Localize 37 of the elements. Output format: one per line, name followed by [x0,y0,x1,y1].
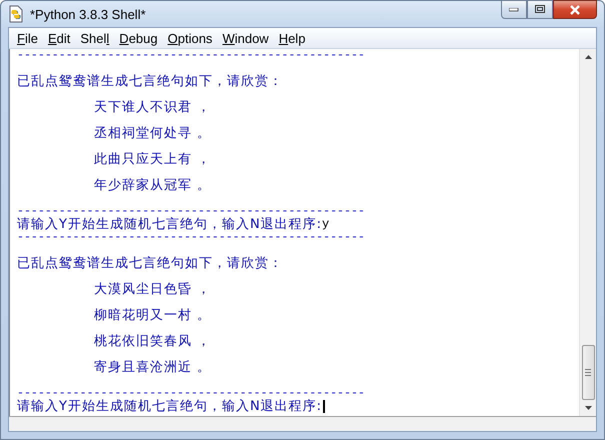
scroll-down-icon[interactable] [584,406,592,410]
shell-text-area[interactable] [9,49,579,416]
minimize-icon [509,8,519,12]
separator-line: -------------------------------------------------- [17,387,365,400]
poem-line: 大漠风尘日色昏 ， [94,283,212,296]
maximize-icon [534,5,546,14]
menu-item[interactable]: Options [164,30,218,46]
menu-item[interactable]: File [13,30,44,46]
scroll-up-icon[interactable] [584,55,592,59]
window-title: *Python 3.8.3 Shell* [30,6,147,22]
separator-line: -------------------------------------------------- [17,231,365,244]
separator-line: -------------------------------------------------- [17,205,365,218]
input-prompt: 请输入Y开始生成随机七言绝句，输入N退出程序: [17,218,322,231]
menu-item[interactable]: Debug [115,30,164,46]
scroll-thumb[interactable] [582,345,594,400]
maximize-button[interactable] [527,0,553,19]
close-button[interactable] [553,0,597,19]
separator-line: -------------------------------------------------- [17,49,365,62]
poem-line: 年少辞家从冠军 。 [94,179,212,192]
typed-text: y [322,218,330,231]
poem-line: 寄身且喜沧洲近 。 [94,361,212,374]
menu-item[interactable]: Shell [76,30,116,46]
menu-item[interactable]: Help [274,30,312,46]
output-text: 已乱点鸳鸯谱生成七言绝句如下，请欣赏： [17,75,283,88]
python-file-icon [8,5,24,23]
poem-line: 此曲只应天上有 ， [94,153,212,166]
minimize-button[interactable] [501,0,527,19]
input-prompt: 请输入Y开始生成随机七言绝句，输入N退出程序: [17,400,322,413]
close-icon [569,4,581,14]
poem-line: 桃花依旧笑春风 ， [94,335,212,348]
poem-line: 柳暗花明又一村 。 [94,309,212,322]
menu-item[interactable]: Edit [44,30,76,46]
output-text: 已乱点鸳鸯谱生成七言绝句如下，请欣赏： [17,257,283,270]
vertical-scrollbar[interactable] [579,49,596,416]
menu-item[interactable]: Window [218,30,275,46]
poem-line: 丞相祠堂何处寻 。 [94,127,212,140]
poem-line: 天下谁人不识君 ， [94,101,212,114]
